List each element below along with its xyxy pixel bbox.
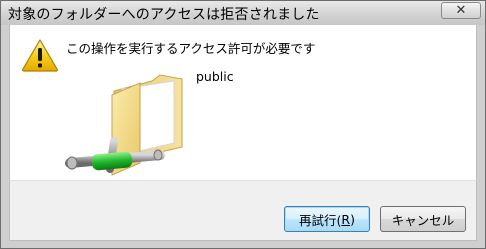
close-button[interactable]: ✕ [441,2,481,19]
retry-mnemonic: R [341,211,351,227]
button-bar: 再試行(R) キャンセル [9,180,477,241]
retry-button[interactable]: 再試行(R) [284,206,370,232]
close-icon: ✕ [455,3,467,18]
cancel-button[interactable]: キャンセル [380,206,466,232]
dialog-content: この操作を実行するアクセス許可が必要です public [9,25,477,180]
title-bar[interactable]: 対象のフォルダーへのアクセスは拒否されました ✕ [1,1,485,25]
retry-label-suffix: ) [350,211,355,227]
retry-label-prefix: 再試行( [299,212,342,228]
warning-icon [22,39,58,72]
folder-name: public [196,69,234,84]
access-denied-dialog: 対象のフォルダーへのアクセスは拒否されました ✕ この操作を実行するアクセス許可… [0,0,486,249]
permission-message: この操作を実行するアクセス許可が必要です [66,41,316,56]
network-folder-icon [65,74,183,176]
dialog-title: 対象のフォルダーへのアクセスは拒否されました [8,7,320,23]
